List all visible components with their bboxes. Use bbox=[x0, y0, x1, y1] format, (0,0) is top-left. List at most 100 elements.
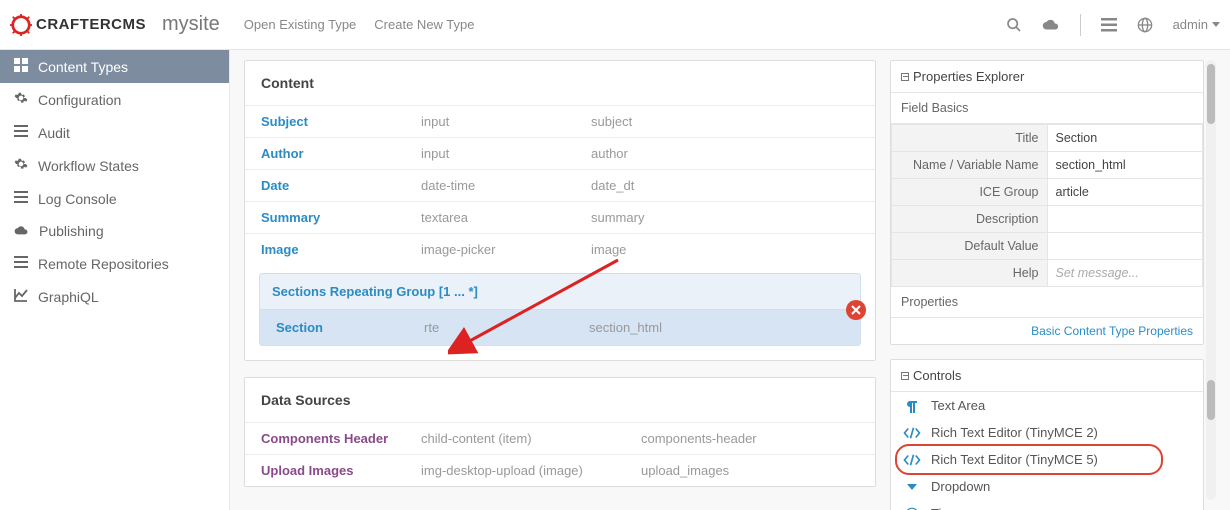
control-label: Dropdown bbox=[931, 479, 990, 494]
property-value[interactable]: Set message... bbox=[1047, 260, 1203, 287]
field-type: date-time bbox=[421, 178, 591, 193]
user-label: admin bbox=[1173, 17, 1208, 32]
datasource-var: components-header bbox=[641, 431, 757, 446]
property-value[interactable]: section_html bbox=[1047, 152, 1203, 179]
field-name: Author bbox=[261, 146, 421, 161]
sidebar-item-publishing[interactable]: Publishing bbox=[0, 215, 229, 247]
field-var: author bbox=[591, 146, 628, 161]
controls-panel: Controls Text Area Rich Text Editor (Tiny… bbox=[890, 359, 1204, 510]
property-key: Description bbox=[892, 206, 1048, 233]
cloud-icon[interactable] bbox=[1042, 17, 1060, 33]
field-row-summary[interactable]: Summarytextareasummary bbox=[245, 201, 875, 233]
properties-header[interactable]: Properties Explorer bbox=[891, 61, 1203, 93]
properties-section[interactable]: Properties bbox=[891, 287, 1203, 317]
content-panel-title: Content bbox=[245, 61, 875, 105]
user-menu[interactable]: admin bbox=[1173, 17, 1220, 32]
sidebar-item-label: Publishing bbox=[39, 223, 104, 239]
repeating-group-header[interactable]: Sections Repeating Group [1 ... *] bbox=[260, 274, 860, 310]
control-label: Time bbox=[931, 506, 959, 510]
sidebar-item-label: Workflow States bbox=[38, 158, 139, 174]
sidebar-item-workflow-states[interactable]: Workflow States bbox=[0, 149, 229, 182]
field-row-image[interactable]: Imageimage-pickerimage bbox=[245, 233, 875, 265]
chevron-down-icon bbox=[1212, 22, 1220, 27]
field-type: textarea bbox=[421, 210, 591, 225]
repeating-group[interactable]: Sections Repeating Group [1 ... *] Secti… bbox=[259, 273, 861, 346]
scrollbar-thumb-bottom[interactable] bbox=[1207, 380, 1215, 420]
globe-icon[interactable] bbox=[1137, 17, 1153, 33]
control-label: Text Area bbox=[931, 398, 985, 413]
field-var: summary bbox=[591, 210, 644, 225]
repeating-field-var: section_html bbox=[589, 320, 662, 335]
field-row-author[interactable]: Authorinputauthor bbox=[245, 137, 875, 169]
control-label: Rich Text Editor (TinyMCE 2) bbox=[931, 425, 1098, 440]
property-row-title[interactable]: TitleSection bbox=[892, 125, 1203, 152]
sidebar-item-label: GraphiQL bbox=[38, 289, 99, 305]
site-name[interactable]: mysite bbox=[162, 13, 220, 36]
field-row-subject[interactable]: Subjectinputsubject bbox=[245, 105, 875, 137]
field-name: Date bbox=[261, 178, 421, 193]
gear-icon bbox=[14, 157, 28, 174]
delete-icon[interactable] bbox=[846, 300, 866, 320]
controls-title-text: Controls bbox=[913, 368, 961, 383]
menu-icon[interactable] bbox=[1101, 18, 1117, 32]
control-rich-text-editor-tinymce-2-[interactable]: Rich Text Editor (TinyMCE 2) bbox=[891, 419, 1203, 446]
property-row-name-variable-name[interactable]: Name / Variable Namesection_html bbox=[892, 152, 1203, 179]
properties-table: TitleSectionName / Variable Namesection_… bbox=[891, 124, 1203, 287]
datasource-row-upload_images[interactable]: Upload Imagesimg-desktop-upload (image)u… bbox=[245, 454, 875, 486]
field-var: image bbox=[591, 242, 626, 257]
create-new-type-link[interactable]: Create New Type bbox=[374, 17, 474, 32]
basic-content-type-link[interactable]: Basic Content Type Properties bbox=[891, 317, 1203, 344]
sidebar-item-configuration[interactable]: Configuration bbox=[0, 83, 229, 116]
datasource-var: upload_images bbox=[641, 463, 729, 478]
sidebar-item-log-console[interactable]: Log Console bbox=[0, 182, 229, 215]
right-column: Properties Explorer Field Basics TitleSe… bbox=[890, 50, 1230, 510]
field-name: Image bbox=[261, 242, 421, 257]
property-row-help[interactable]: HelpSet message... bbox=[892, 260, 1203, 287]
code-icon bbox=[903, 427, 921, 439]
property-value[interactable]: Section bbox=[1047, 125, 1203, 152]
control-rich-text-editor-tinymce-5-[interactable]: Rich Text Editor (TinyMCE 5) bbox=[891, 446, 1203, 473]
list-icon bbox=[14, 190, 28, 207]
property-value[interactable]: article bbox=[1047, 179, 1203, 206]
datasource-type: img-desktop-upload (image) bbox=[421, 463, 641, 478]
sidebar-item-audit[interactable]: Audit bbox=[0, 116, 229, 149]
control-time[interactable]: Time bbox=[891, 500, 1203, 510]
property-key: Title bbox=[892, 125, 1048, 152]
control-dropdown[interactable]: Dropdown bbox=[891, 473, 1203, 500]
scrollbar-thumb-top[interactable] bbox=[1207, 64, 1215, 124]
sidebar-item-graphiql[interactable]: GraphiQL bbox=[0, 280, 229, 313]
clock-icon bbox=[903, 507, 921, 510]
properties-title-text: Properties Explorer bbox=[913, 69, 1024, 84]
datasource-name: Upload Images bbox=[261, 463, 421, 478]
sidebar: Content Types Configuration Audit Workflow … bbox=[0, 50, 230, 510]
gear-icon bbox=[14, 91, 28, 108]
control-text-area[interactable]: Text Area bbox=[891, 392, 1203, 419]
property-row-default-value[interactable]: Default Value bbox=[892, 233, 1203, 260]
brand-text: CRAFTERCMS bbox=[36, 16, 146, 33]
cloud-icon bbox=[14, 223, 29, 239]
repeating-row-section[interactable]: Section rte section_html bbox=[260, 310, 860, 345]
datasource-row-components-header[interactable]: Components Headerchild-content (item)com… bbox=[245, 422, 875, 454]
collapse-icon[interactable] bbox=[901, 372, 909, 380]
open-existing-type-link[interactable]: Open Existing Type bbox=[244, 17, 357, 32]
collapse-icon[interactable] bbox=[901, 73, 909, 81]
property-row-description[interactable]: Description bbox=[892, 206, 1203, 233]
sidebar-item-label: Configuration bbox=[38, 92, 121, 108]
scrollbar-track[interactable] bbox=[1206, 60, 1216, 500]
search-icon[interactable] bbox=[1006, 17, 1022, 33]
sidebar-item-label: Remote Repositories bbox=[38, 256, 169, 272]
property-value[interactable] bbox=[1047, 233, 1203, 260]
field-row-date_dt[interactable]: Datedate-timedate_dt bbox=[245, 169, 875, 201]
controls-header[interactable]: Controls bbox=[891, 360, 1203, 392]
properties-explorer: Properties Explorer Field Basics TitleSe… bbox=[890, 60, 1204, 345]
property-value[interactable] bbox=[1047, 206, 1203, 233]
repeating-field-name: Section bbox=[276, 320, 424, 335]
property-key: Name / Variable Name bbox=[892, 152, 1048, 179]
sidebar-item-content-types[interactable]: Content Types bbox=[0, 50, 229, 83]
sidebar-item-remote-repositories[interactable]: Remote Repositories bbox=[0, 247, 229, 280]
property-row-ice-group[interactable]: ICE Grouparticle bbox=[892, 179, 1203, 206]
main-area: Content SubjectinputsubjectAuthorinputau… bbox=[230, 50, 890, 510]
brand-logo[interactable]: CRAFTERCMS bbox=[10, 14, 146, 36]
properties-group: Field Basics bbox=[891, 93, 1203, 124]
property-key: Default Value bbox=[892, 233, 1048, 260]
